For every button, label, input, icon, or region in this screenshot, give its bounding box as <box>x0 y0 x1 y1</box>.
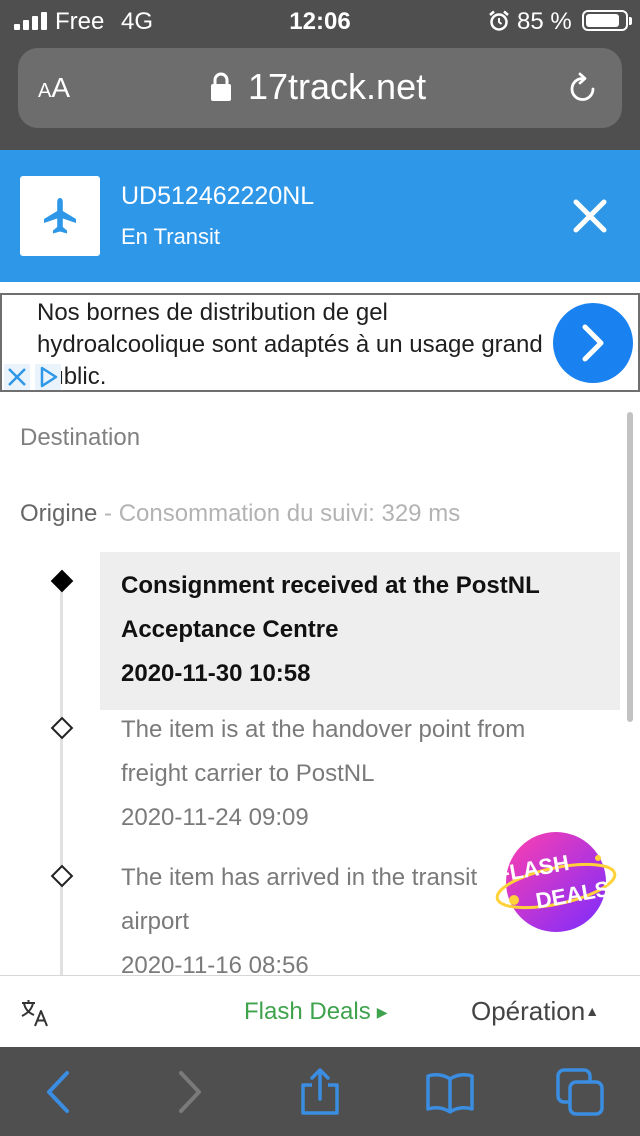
close-icon[interactable] <box>568 194 612 238</box>
chevron-right-icon <box>582 324 604 362</box>
tabs-icon[interactable] <box>555 1067 605 1117</box>
event-description: Consignment received at the PostNL <box>121 572 540 599</box>
browser-chrome-top: Free 4G 12:06 85 % AA 17track.net <box>0 0 640 150</box>
bookmarks-icon[interactable] <box>425 1067 475 1117</box>
event-description-cont: Acceptance Centre <box>121 616 339 643</box>
reload-icon[interactable] <box>566 72 600 106</box>
tracking-details: Destination Origine - Consommation du su… <box>0 392 640 976</box>
timeline-marker-filled <box>50 569 74 593</box>
ad-text: Nos bornes de distribution de gel hydroa… <box>37 299 543 390</box>
translate-icon[interactable] <box>20 998 50 1028</box>
operation-menu[interactable]: Opération▲ <box>471 996 599 1027</box>
timeline-marker-hollow <box>50 716 74 740</box>
event-description: The item is at the handover point from <box>121 716 526 743</box>
ad-choices-icon[interactable] <box>35 364 61 390</box>
ad-banner[interactable]: Nos bornes de distribution de gel hydroa… <box>0 293 640 392</box>
origin-row: Origine - Consommation du suivi: 329 ms <box>20 500 460 528</box>
origin-separator: - <box>97 500 119 527</box>
page-toolbar: Flash Deals ▶ Opération▲ <box>0 975 640 1047</box>
address-bar[interactable]: AA 17track.net <box>18 48 622 128</box>
tracking-status: En Transit <box>121 224 221 249</box>
forward-icon[interactable] <box>164 1067 214 1117</box>
text-size-button[interactable]: AA <box>38 72 70 104</box>
origin-label: Origine <box>20 500 98 527</box>
battery-icon <box>582 10 632 31</box>
flash-deals-link[interactable]: Flash Deals ▶ <box>244 998 388 1026</box>
ad-open-button[interactable] <box>553 303 633 383</box>
timeline-event-latest: Consignment received at the PostNL Accep… <box>100 552 620 710</box>
battery-percentage: 85 % <box>517 8 572 35</box>
event-description-cont: freight carrier to PostNL <box>121 760 375 787</box>
tracking-number: UD512462220NL <box>121 182 315 210</box>
safari-toolbar <box>0 1047 640 1136</box>
destination-label: Destination <box>20 424 141 451</box>
carrier-tile <box>20 176 100 256</box>
ad-close-icon[interactable] <box>4 364 30 390</box>
event-datetime: 2020-11-16 08:56 <box>121 952 309 976</box>
alarm-icon <box>489 10 509 31</box>
scrollbar[interactable] <box>627 412 633 722</box>
event-datetime: 2020-11-30 10:58 <box>121 660 311 687</box>
flash-deals-badge[interactable]: FLASH DEALS <box>494 828 618 938</box>
lock-icon <box>211 72 231 101</box>
status-bar: Free 4G 12:06 85 % <box>0 0 640 42</box>
tracking-time-metric: Consommation du suivi: 329 ms <box>118 500 461 527</box>
timeline-line <box>60 582 63 976</box>
timeline-marker-hollow <box>50 864 74 888</box>
back-icon[interactable] <box>34 1067 84 1117</box>
tracking-header: UD512462220NL En Transit <box>0 150 640 282</box>
share-icon[interactable] <box>295 1067 345 1117</box>
airplane-icon <box>44 198 76 234</box>
url-text: 17track.net <box>248 66 427 107</box>
